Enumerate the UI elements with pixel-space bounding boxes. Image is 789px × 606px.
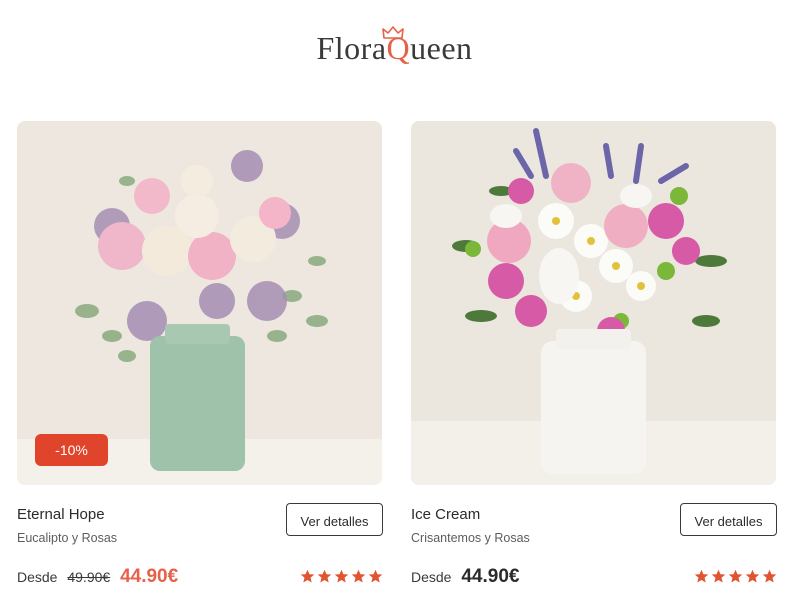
product-name[interactable]: Ice Cream [411, 506, 480, 523]
site-logo[interactable]: FloraQueen [0, 30, 789, 67]
star-icon [694, 569, 709, 583]
star-icon [317, 569, 332, 583]
discount-badge: -10% [35, 434, 108, 466]
current-price: 44.90€ [120, 566, 179, 587]
logo-text-q: Q [386, 30, 411, 66]
price-from-label: Desde [17, 569, 58, 585]
product-card-ice-cream[interactable]: Ice Cream Crisantemos y Rosas Ver detall… [411, 121, 777, 601]
site-header: FloraQueen [0, 0, 789, 110]
old-price: 49.90€ [67, 569, 111, 585]
price-from-label: Desde [411, 569, 452, 585]
logo-text-ueen: ueen [410, 30, 473, 66]
star-icon [368, 569, 383, 583]
star-icon [351, 569, 366, 583]
star-icon [300, 569, 315, 583]
star-icon [745, 569, 760, 583]
star-icon [711, 569, 726, 583]
logo-text-flora: Flora [316, 30, 387, 66]
product-subtitle: Eucalipto y Rosas [17, 531, 118, 545]
rating-stars [300, 569, 383, 585]
product-image-eternal-hope[interactable]: -10% [17, 121, 382, 485]
product-name[interactable]: Eternal Hope [17, 506, 105, 523]
star-icon [334, 569, 349, 583]
product-image-ice-cream[interactable] [411, 121, 776, 485]
product-subtitle: Crisantemos y Rosas [411, 531, 530, 545]
view-details-button[interactable]: Ver detalles [680, 503, 777, 536]
star-icon [762, 569, 777, 583]
price-row: Desde 44.90€ [411, 566, 519, 590]
product-card-eternal-hope[interactable]: -10% Eternal Hope Eucalipto y Rosas Ver … [17, 121, 383, 601]
price-row: Desde 49.90€ 44.90€ [17, 566, 178, 590]
view-details-button[interactable]: Ver detalles [286, 503, 383, 536]
rating-stars [694, 569, 777, 585]
current-price: 44.90€ [461, 566, 520, 587]
star-icon [728, 569, 743, 583]
